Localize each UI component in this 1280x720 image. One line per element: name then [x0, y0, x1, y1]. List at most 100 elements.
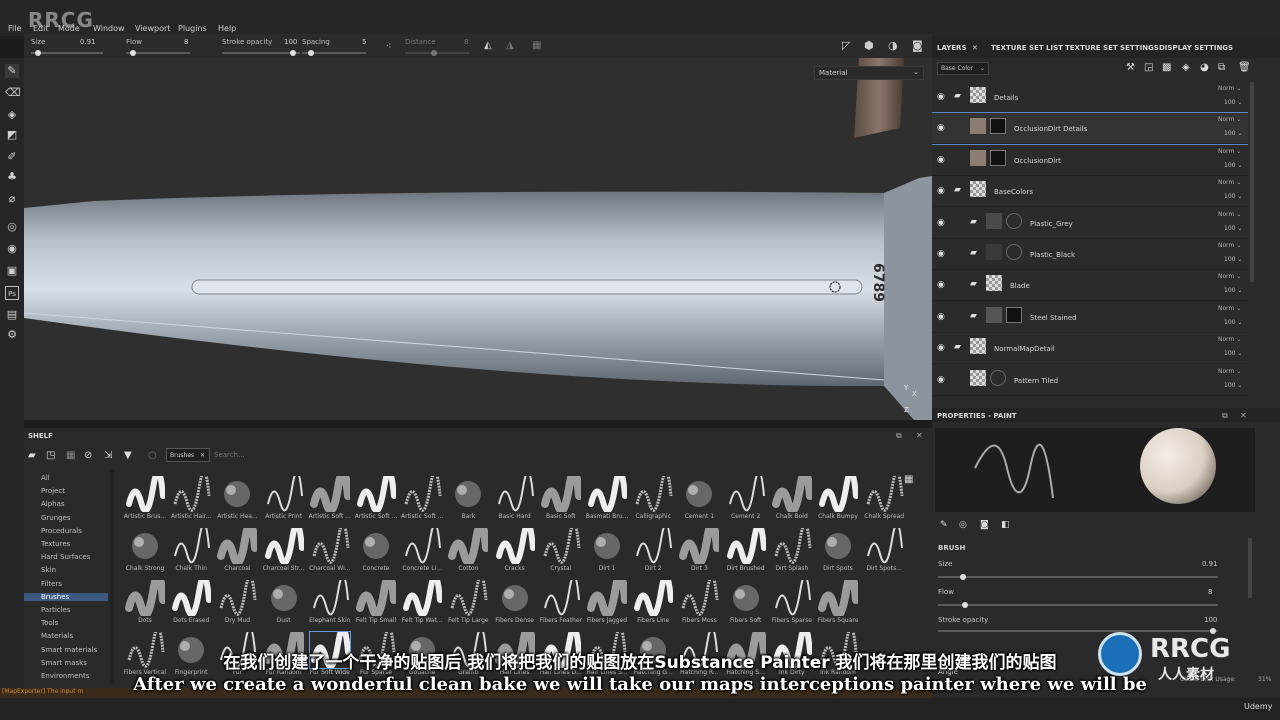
export-icon[interactable]: ▤ [5, 308, 19, 322]
brush-tile[interactable]: Dirt Splash [769, 522, 815, 578]
undock-icon[interactable]: ⧉ [1222, 411, 1228, 421]
channel-select[interactable]: Base Color ⌄ [937, 62, 989, 75]
folder-icon[interactable]: ▰ [970, 248, 977, 258]
brush-tile[interactable]: Artistic Hair... [168, 476, 214, 526]
plugin-icon[interactable]: ▣ [5, 264, 19, 278]
mask-thumbnail[interactable] [1006, 306, 1022, 323]
brush-tile[interactable]: Cement 2 [723, 476, 769, 526]
brush-tab-icon[interactable]: ✎ [940, 520, 948, 530]
brush-tile[interactable]: Fibers Soft [723, 580, 769, 630]
layer-row[interactable]: ◉ ▰ Steel Stained Norm ⌄ 100 ⌄ [932, 301, 1248, 333]
folder-icon[interactable]: ▰ [970, 217, 977, 227]
lazy-mouse-icon[interactable]: ⁖ [386, 42, 391, 52]
flow-slider[interactable] [126, 50, 190, 56]
clone-icon[interactable]: ♣ [5, 170, 19, 184]
layer-opacity[interactable]: 100 ⌄ [1224, 350, 1242, 357]
distance-slider[interactable] [405, 50, 469, 56]
menu-file[interactable]: File [8, 24, 21, 33]
shelf-category-item[interactable]: Hard Surfaces [41, 553, 90, 561]
layer-row[interactable]: ◉ ▰ BaseColors Norm ⌄ 100 ⌄ [932, 176, 1248, 208]
environment-icon[interactable]: ◑ [888, 39, 898, 52]
prop-size-value[interactable]: 0.91 [1202, 560, 1218, 568]
screenshot-icon[interactable]: ◙ [912, 39, 923, 52]
shelf-category-item[interactable]: Grunges [41, 514, 71, 522]
spacing-slider[interactable] [302, 50, 366, 56]
brush-tile[interactable]: Cement 1 [676, 476, 722, 526]
brush-tile[interactable]: Fibers Moss [676, 574, 722, 630]
folder-icon[interactable]: ▰ [28, 450, 36, 461]
brush-tile[interactable]: Felt Tip Large [445, 574, 491, 630]
blend-mode-select[interactable]: Norm ⌄ [1218, 273, 1241, 280]
blend-mode-select[interactable]: Norm ⌄ [1218, 368, 1241, 375]
stroke-opacity-slider[interactable] [222, 50, 300, 56]
iray-icon[interactable]: ◉ [5, 242, 19, 256]
menu-mode[interactable]: Mode [58, 24, 80, 33]
bake-icon[interactable]: ◎ [5, 220, 19, 234]
filter-icon[interactable]: ▼ [124, 450, 132, 461]
add-fill-layer-icon[interactable]: ▩ [1162, 62, 1171, 73]
visibility-eye-icon[interactable]: ◉ [937, 280, 945, 290]
folder-icon[interactable]: ▰ [954, 91, 961, 101]
visibility-eye-icon[interactable]: ◉ [937, 123, 945, 133]
brush-tile[interactable]: Charcoal Str... [261, 521, 307, 578]
projection-icon[interactable]: ◈ [5, 108, 19, 122]
visibility-eye-icon[interactable]: ◉ [937, 375, 945, 385]
visibility-eye-icon[interactable]: ◉ [937, 218, 945, 228]
layer-row[interactable]: ◉ ▰ Plastic_Black Norm ⌄ 100 ⌄ [932, 239, 1248, 270]
brushes-filter-tag[interactable]: Brushes ✕ [166, 448, 210, 462]
close-icon[interactable]: ✕ [972, 44, 978, 52]
shelf-category-item[interactable]: Filters [41, 580, 62, 588]
shelf-category-item[interactable]: Textures [41, 540, 70, 548]
visibility-eye-icon[interactable]: ◉ [937, 92, 945, 102]
shelf-category-item[interactable]: Particles [41, 606, 71, 614]
layer-opacity[interactable]: 100 ⌄ [1224, 99, 1242, 106]
brush-tile[interactable]: Dirt Brushed [723, 521, 769, 578]
brush-tile[interactable]: Cotton [445, 520, 491, 578]
eraser-icon[interactable]: ⌫ [5, 86, 21, 100]
prop-flow-slider[interactable] [938, 602, 1218, 608]
layer-opacity[interactable]: 100 ⌄ [1224, 225, 1242, 232]
layer-row[interactable]: ◉ ▰ Blade Norm ⌄ 100 ⌄ [932, 270, 1248, 302]
layer-opacity[interactable]: 100 ⌄ [1224, 162, 1242, 169]
blend-mode-select[interactable]: Norm ⌄ [1218, 85, 1241, 92]
trash-icon[interactable]: 🗑 [1238, 62, 1251, 73]
visibility-eye-icon[interactable]: ◉ [937, 312, 945, 322]
blend-mode-select[interactable]: Norm ⌄ [1218, 336, 1241, 343]
brush-tile[interactable]: Chalk Spread [861, 476, 907, 526]
brush-tile[interactable]: Basic Soft [538, 476, 584, 526]
menu-edit[interactable]: Edit [33, 24, 49, 33]
folder-icon[interactable]: ▰ [970, 279, 977, 289]
import-icon[interactable]: ⇲ [104, 450, 112, 461]
brush-tile[interactable]: Chalk Bold [769, 476, 815, 526]
layer-row[interactable]: ◉ ▰ Details Norm ⌄ 100 ⌄ [932, 82, 1248, 113]
brush-tile[interactable]: Dirt 1 [584, 528, 630, 578]
brush-tile[interactable]: Elephant Skin [307, 575, 353, 630]
save-icon[interactable]: ▦ [66, 450, 75, 461]
shelf-category-item[interactable]: Materials [41, 632, 73, 640]
menu-help[interactable]: Help [218, 24, 236, 33]
tab-display-settings[interactable]: DISPLAY SETTINGS [1159, 44, 1233, 52]
folder-icon[interactable]: ▰ [954, 342, 961, 352]
stroke-opacity-value[interactable]: 100 [284, 38, 297, 46]
layer-scrollbar[interactable] [1250, 82, 1254, 282]
layer-row[interactable]: ◉ OcclusionDirt Norm ⌄ 100 ⌄ [932, 144, 1248, 176]
blend-mode-select[interactable]: Norm ⌄ [1218, 179, 1241, 186]
brush-tile[interactable]: Chalk Strong [122, 528, 168, 578]
camera-view-icon[interactable]: ◸ [842, 39, 850, 52]
layer-row[interactable]: ◉ ▰ NormalMapDetail Norm ⌄ 100 ⌄ [932, 333, 1248, 365]
tab-layers[interactable]: LAYERS [937, 44, 967, 52]
brush-tile[interactable]: Cracks [492, 521, 538, 578]
brush-tile[interactable]: Fibers Feather [538, 575, 584, 630]
prop-size-slider[interactable] [938, 574, 1218, 580]
mirror-icon[interactable]: ◮ [506, 40, 514, 51]
layer-opacity[interactable]: 100 ⌄ [1224, 382, 1242, 389]
brush-tile[interactable]: Artistic Soft ... [353, 476, 399, 526]
blend-mode-select[interactable]: Norm ⌄ [1218, 242, 1241, 249]
symmetry-icon[interactable]: ◭ [484, 40, 492, 51]
blend-mode-select[interactable]: Norm ⌄ [1218, 211, 1241, 218]
blend-mode-select[interactable]: Norm ⌄ [1218, 305, 1241, 312]
brush-tile[interactable]: Artistic Hea... [214, 476, 260, 526]
distance-value[interactable]: 8 [464, 38, 468, 46]
layer-row[interactable]: ◉ OcclusionDirt Details Norm ⌄ 100 ⌄ [932, 112, 1248, 146]
brush-tile[interactable]: Crystal [538, 522, 584, 578]
